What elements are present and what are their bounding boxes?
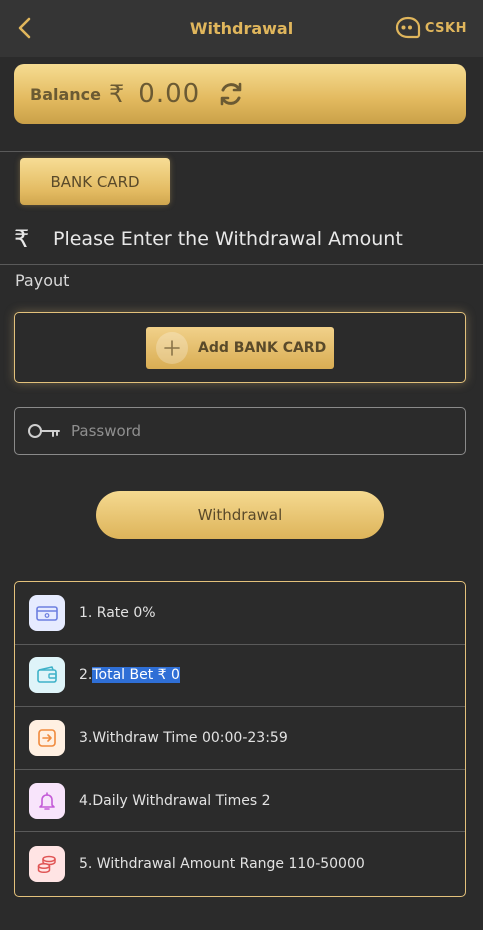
back-button[interactable]	[10, 14, 38, 42]
password-input[interactable]	[71, 411, 441, 451]
info-text: 1. Rate 0%	[79, 604, 156, 621]
app-header: Withdrawal CSKH	[0, 0, 483, 57]
balance-currency: ₹	[109, 80, 125, 108]
info-item-amount-range: 5. Withdrawal Amount Range 110-50000	[15, 832, 465, 895]
password-field-box	[14, 407, 466, 455]
add-bank-card-button[interactable]: Add BANK CARD	[146, 326, 334, 369]
support-label: CSKH	[424, 20, 467, 36]
bell-icon	[29, 782, 65, 819]
highlighted-text: Total Bet ₹ 0	[92, 667, 180, 684]
balance-label: Balance	[30, 84, 101, 104]
withdrawal-amount-input[interactable]	[53, 222, 473, 256]
wallet-icon	[29, 657, 65, 694]
info-item-withdraw-time: 3.Withdraw Time 00:00-23:59	[15, 707, 465, 770]
page-title: Withdrawal	[189, 19, 294, 38]
info-item-total-bet: 2.Total Bet ₹ 0	[15, 645, 465, 708]
chat-bubble-icon	[395, 16, 420, 39]
card-icon	[29, 594, 65, 631]
info-text: 2.Total Bet ₹ 0	[79, 667, 180, 684]
add-bank-card-label: Add BANK CARD	[198, 339, 327, 356]
refresh-button[interactable]	[216, 79, 246, 109]
info-item-daily-times: 4.Daily Withdrawal Times 2	[15, 770, 465, 833]
divider	[0, 151, 483, 152]
amount-currency: ₹	[14, 225, 30, 253]
info-text: 3.Withdraw Time 00:00-23:59	[79, 729, 288, 746]
transfer-icon	[29, 719, 65, 756]
payout-box: Add BANK CARD	[14, 312, 466, 383]
payout-label: Payout	[15, 271, 70, 290]
info-text: 4.Daily Withdrawal Times 2	[79, 792, 271, 809]
balance-card: Balance ₹ 0.00	[14, 64, 466, 124]
withdrawal-info-list: 1. Rate 0% 2.Total Bet ₹ 0 3.Withdraw Ti…	[14, 581, 466, 897]
refresh-icon	[220, 82, 242, 106]
info-item-rate: 1. Rate 0%	[15, 582, 465, 645]
key-icon	[28, 424, 60, 438]
withdrawal-button[interactable]: Withdrawal	[96, 491, 384, 539]
plus-icon	[156, 331, 188, 364]
tab-bank-card[interactable]: BANK CARD	[20, 158, 170, 205]
coins-icon	[29, 845, 65, 882]
divider	[0, 264, 483, 265]
balance-amount: 0.00	[138, 79, 201, 109]
customer-service-button[interactable]: CSKH	[395, 14, 467, 42]
amount-row: ₹	[14, 222, 483, 256]
chevron-left-icon	[18, 17, 31, 39]
info-text: 5. Withdrawal Amount Range 110-50000	[79, 855, 365, 872]
